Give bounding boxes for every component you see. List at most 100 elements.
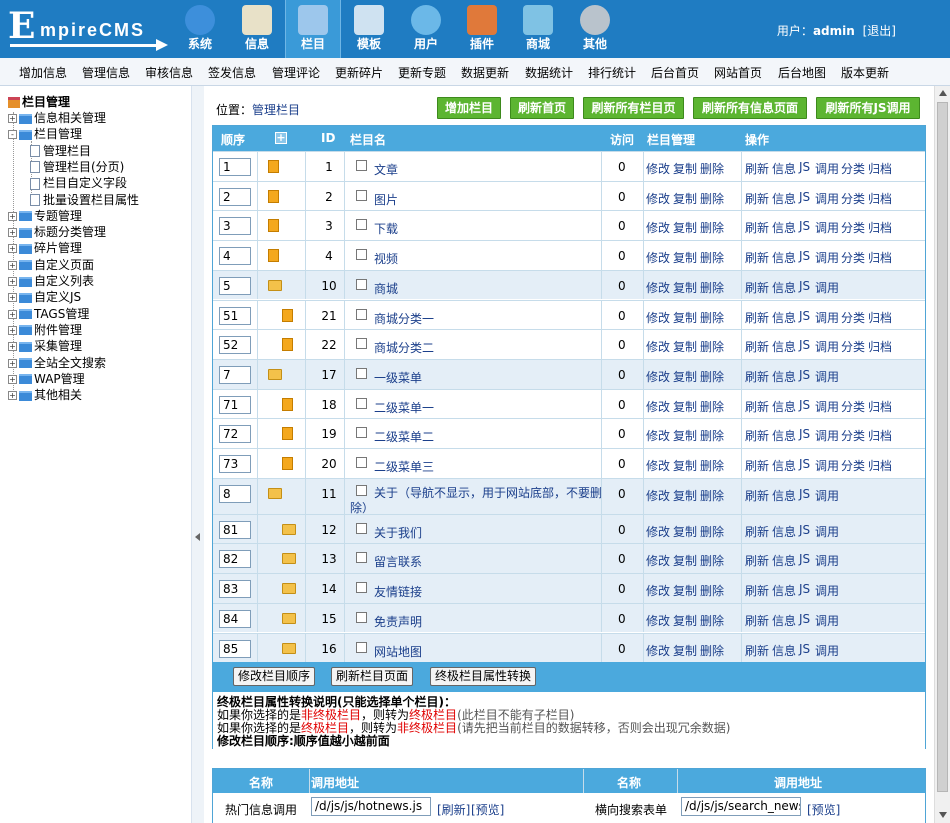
operation-link[interactable]: 信息 (772, 457, 796, 474)
manage-link[interactable]: 删除 (700, 190, 724, 207)
operation-link[interactable]: 归档 (868, 398, 892, 415)
operation-link[interactable]: 归档 (868, 338, 892, 355)
row-checkbox[interactable] (356, 552, 367, 564)
manage-link[interactable]: 修改 (646, 279, 670, 296)
row-checkbox[interactable] (356, 641, 367, 653)
expand-icon[interactable]: + (8, 277, 17, 286)
operation-link[interactable]: 信息 (772, 523, 796, 540)
manage-link[interactable]: 复制 (673, 338, 697, 355)
operation-link[interactable]: JS (799, 642, 810, 656)
action-button[interactable]: 刷新首页 (510, 97, 574, 119)
operation-link[interactable]: JS (799, 309, 810, 323)
sidebar-item[interactable]: - 栏目管理 (8, 126, 82, 142)
row-checkbox[interactable] (356, 457, 367, 468)
manage-link[interactable]: 修改 (646, 487, 670, 504)
sidebar-item[interactable]: 管理栏目(分页) (30, 159, 124, 175)
sidebar-item[interactable]: + 自定义页面 (8, 257, 94, 273)
expand-icon[interactable]: + (8, 342, 17, 352)
refresh-link[interactable]: [刷新] (437, 801, 470, 818)
action-button[interactable]: 增加栏目 (437, 97, 501, 119)
expand-icon[interactable]: + (8, 391, 17, 401)
subnav-link[interactable]: 排行统计 (588, 64, 636, 81)
operation-link[interactable]: 分类 (841, 398, 865, 415)
column-name-link[interactable]: 图片 (374, 191, 398, 208)
operation-link[interactable]: 归档 (868, 219, 892, 236)
operation-link[interactable]: 刷新 (745, 160, 769, 177)
order-input[interactable]: 8 (219, 484, 251, 503)
sidebar-item[interactable]: + 碎片管理 (8, 240, 82, 256)
operation-link[interactable]: 信息 (772, 190, 796, 207)
operation-link[interactable]: JS (799, 279, 810, 293)
operation-link[interactable]: 刷新 (745, 582, 769, 599)
sidebar-item[interactable]: + TAGS管理 (8, 306, 89, 322)
subnav-link[interactable]: 管理信息 (82, 64, 130, 81)
operation-link[interactable]: 信息 (772, 642, 796, 659)
column-name-link[interactable]: 二级菜单一 (374, 399, 434, 416)
bottom-button[interactable]: 修改栏目顺序 (233, 667, 315, 687)
operation-link[interactable]: 信息 (772, 552, 796, 569)
nav-folder[interactable]: 栏目 (285, 0, 341, 58)
manage-link[interactable]: 修改 (646, 368, 670, 385)
operation-link[interactable]: 归档 (868, 427, 892, 444)
manage-link[interactable]: 删除 (700, 457, 724, 474)
expand-icon[interactable]: + (8, 309, 17, 319)
operation-link[interactable]: 分类 (841, 219, 865, 236)
operation-link[interactable]: 分类 (841, 249, 865, 266)
operation-link[interactable]: 刷新 (745, 190, 769, 207)
operation-link[interactable]: 信息 (772, 338, 796, 355)
manage-link[interactable]: 删除 (700, 338, 724, 355)
operation-link[interactable]: 刷新 (745, 523, 769, 540)
manage-link[interactable]: 复制 (673, 398, 697, 415)
operation-link[interactable]: 刷新 (745, 642, 769, 659)
manage-link[interactable]: 删除 (700, 427, 724, 444)
column-name-link[interactable]: 商城分类二 (374, 339, 434, 356)
order-input[interactable]: 84 (219, 609, 251, 628)
sidebar-item[interactable]: + 标题分类管理 (8, 224, 106, 240)
operation-link[interactable]: 信息 (772, 160, 796, 177)
subnav-link[interactable]: 审核信息 (145, 64, 193, 81)
column-name-link[interactable]: 下载 (374, 220, 398, 237)
row-checkbox[interactable] (356, 308, 367, 320)
manage-link[interactable]: 删除 (700, 160, 724, 177)
row-checkbox[interactable] (356, 160, 367, 171)
operation-link[interactable]: JS (799, 338, 810, 352)
operation-link[interactable]: 刷新 (745, 398, 769, 415)
operation-link[interactable]: 调用 (815, 523, 839, 540)
expand-icon[interactable]: + (8, 374, 17, 384)
sidebar-item[interactable]: + 信息相关管理 (8, 110, 106, 126)
column-name-link[interactable]: 商城 (374, 280, 398, 297)
sidebar-item[interactable]: + 全站全文搜索 (8, 355, 106, 371)
operation-link[interactable]: 调用 (815, 338, 839, 355)
preview-link[interactable]: [预览] (471, 801, 504, 818)
sidebar-item[interactable]: 管理栏目 (30, 143, 91, 159)
operation-link[interactable]: 刷新 (745, 427, 769, 444)
operation-link[interactable]: 信息 (772, 427, 796, 444)
manage-link[interactable]: 删除 (700, 219, 724, 236)
operation-link[interactable]: 信息 (772, 249, 796, 266)
row-checkbox[interactable] (356, 278, 367, 290)
column-name-link[interactable]: 一级菜单 (374, 369, 422, 386)
column-name-link[interactable]: 商城分类一 (374, 310, 434, 327)
operation-link[interactable]: JS (799, 368, 810, 382)
subnav-link[interactable]: 管理评论 (272, 64, 320, 81)
operation-link[interactable]: 归档 (868, 160, 892, 177)
action-button[interactable]: 刷新所有JS调用 (816, 97, 920, 119)
manage-link[interactable]: 复制 (673, 642, 697, 659)
order-input[interactable]: 7 (219, 365, 251, 384)
subnav-link[interactable]: 后台地图 (778, 64, 826, 81)
expand-icon[interactable]: + (8, 260, 17, 270)
manage-link[interactable]: 复制 (673, 487, 697, 504)
manage-link[interactable]: 修改 (646, 160, 670, 177)
manage-link[interactable]: 删除 (700, 612, 724, 629)
manage-link[interactable]: 修改 (646, 552, 670, 569)
manage-link[interactable]: 修改 (646, 338, 670, 355)
manage-link[interactable]: 修改 (646, 427, 670, 444)
nav-template-window[interactable]: 模板 (341, 0, 397, 58)
operation-link[interactable]: 调用 (815, 552, 839, 569)
operation-link[interactable]: JS (799, 160, 810, 174)
manage-link[interactable]: 修改 (646, 582, 670, 599)
subnav-link[interactable]: 更新专题 (398, 64, 446, 81)
operation-link[interactable]: 刷新 (745, 338, 769, 355)
operation-link[interactable]: JS (799, 249, 810, 263)
sidebar-item[interactable]: + WAP管理 (8, 371, 85, 387)
